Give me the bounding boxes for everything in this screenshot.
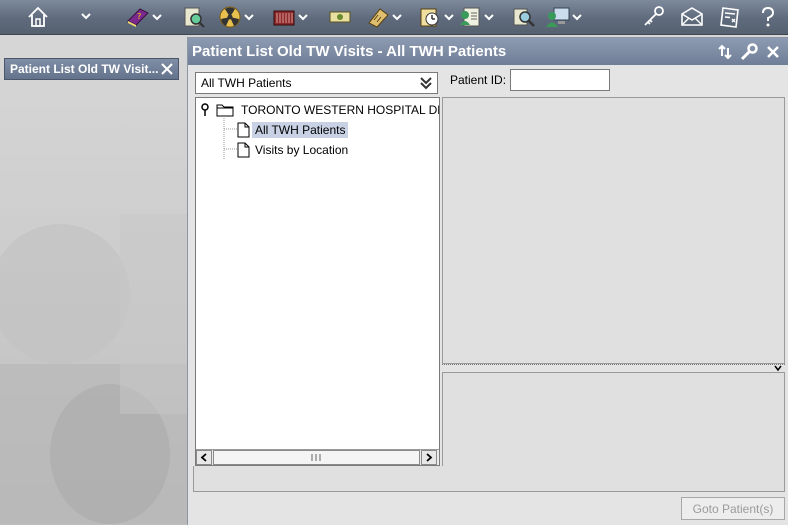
computer-user-button[interactable] <box>546 4 582 30</box>
background-photo <box>0 214 187 524</box>
calculator-icon <box>368 8 389 28</box>
chevron-left-icon <box>200 453 207 462</box>
money-icon <box>329 11 351 23</box>
folder-icon <box>216 104 234 117</box>
chevron-down-icon[interactable] <box>572 5 582 29</box>
chevron-down-icon[interactable] <box>484 5 494 29</box>
refresh-icon[interactable] <box>716 43 734 61</box>
computer-user-icon <box>546 7 570 27</box>
patient-search-button[interactable] <box>182 4 206 30</box>
clock-icon <box>420 8 439 27</box>
status-strip <box>193 466 785 492</box>
building-button[interactable] <box>272 4 308 30</box>
help-book-icon: ? <box>127 8 149 27</box>
chevron-right-icon <box>426 453 433 462</box>
chevron-down-icon[interactable] <box>298 5 308 29</box>
horizontal-scrollbar[interactable] <box>196 449 439 465</box>
money-button[interactable] <box>328 4 352 30</box>
open-list-tab[interactable]: Patient List Old TW Visit... <box>4 58 179 80</box>
key-icon <box>644 6 664 26</box>
svg-text:?: ? <box>137 12 141 21</box>
patient-list-select[interactable]: All TWH Patients <box>195 72 438 94</box>
chevron-down-icon[interactable] <box>152 5 162 29</box>
magnifier-icon <box>513 8 535 27</box>
home-icon <box>28 6 48 27</box>
home-button[interactable] <box>26 4 50 30</box>
tree-node-label: All TWH Patients <box>252 122 349 138</box>
key-button[interactable] <box>642 4 666 30</box>
scroll-left-button[interactable] <box>196 450 212 465</box>
patient-list-tree: TORONTO WESTERN HOSPITAL DE All TWH Pati… <box>195 97 440 466</box>
open-list-tab-label: Patient List Old TW Visit... <box>10 62 159 76</box>
tree-root-label: TORONTO WESTERN HOSPITAL DE <box>241 103 440 117</box>
main-toolbar: ? <box>0 0 788 35</box>
notes-button[interactable] <box>718 4 742 30</box>
search-button[interactable] <box>512 4 536 30</box>
double-chevron-down-icon <box>420 77 432 90</box>
building-icon <box>273 10 295 26</box>
chevron-down-icon[interactable] <box>244 5 254 29</box>
tree-root-node[interactable]: TORONTO WESTERN HOSPITAL DE <box>199 101 440 119</box>
close-icon[interactable] <box>764 43 782 61</box>
help-icon <box>762 6 775 27</box>
node-toggle-icon[interactable] <box>199 103 211 117</box>
nuclear-button[interactable] <box>218 4 254 30</box>
scroll-thumb[interactable] <box>213 450 420 465</box>
chevron-down-icon[interactable] <box>392 5 402 29</box>
document-icon <box>237 142 250 158</box>
tree-node-label: Visits by Location <box>255 143 349 157</box>
patient-id-label: Patient ID: <box>450 73 507 87</box>
patient-search-icon <box>184 7 205 28</box>
grip-icon <box>311 454 321 461</box>
user-document-button[interactable] <box>458 4 494 30</box>
scroll-right-button[interactable] <box>421 450 437 465</box>
chevron-down-icon <box>774 365 782 372</box>
document-icon <box>237 122 250 138</box>
window-title-bar: Patient List Old TW Visits - All TWH Pat… <box>188 38 788 65</box>
chevron-down-icon[interactable] <box>81 4 91 28</box>
wrench-icon[interactable] <box>740 42 758 61</box>
calculator-button[interactable] <box>366 4 402 30</box>
schedule-button[interactable] <box>418 4 454 30</box>
close-icon[interactable] <box>160 62 174 76</box>
goto-patients-button[interactable]: Goto Patient(s) <box>681 497 785 520</box>
patient-results-panel <box>442 97 785 364</box>
help-book-button[interactable]: ? <box>126 4 162 30</box>
chevron-down-icon[interactable] <box>444 5 454 29</box>
mail-icon <box>681 7 703 26</box>
user-document-icon <box>460 7 480 27</box>
notes-icon <box>720 7 739 28</box>
help-button[interactable] <box>756 4 780 30</box>
tree-node-all-twh-patients[interactable]: All TWH Patients <box>237 121 349 139</box>
tree-node-visits-by-location[interactable]: Visits by Location <box>237 141 351 159</box>
panel-splitter[interactable] <box>442 364 785 372</box>
nuclear-icon <box>219 6 241 28</box>
window-title: Patient List Old TW Visits - All TWH Pat… <box>192 43 507 60</box>
patient-list-select-value: All TWH Patients <box>201 76 292 90</box>
patient-id-input[interactable] <box>510 69 610 91</box>
patient-list-window: Patient List Old TW Visits - All TWH Pat… <box>187 37 788 525</box>
mail-button[interactable] <box>680 4 704 30</box>
